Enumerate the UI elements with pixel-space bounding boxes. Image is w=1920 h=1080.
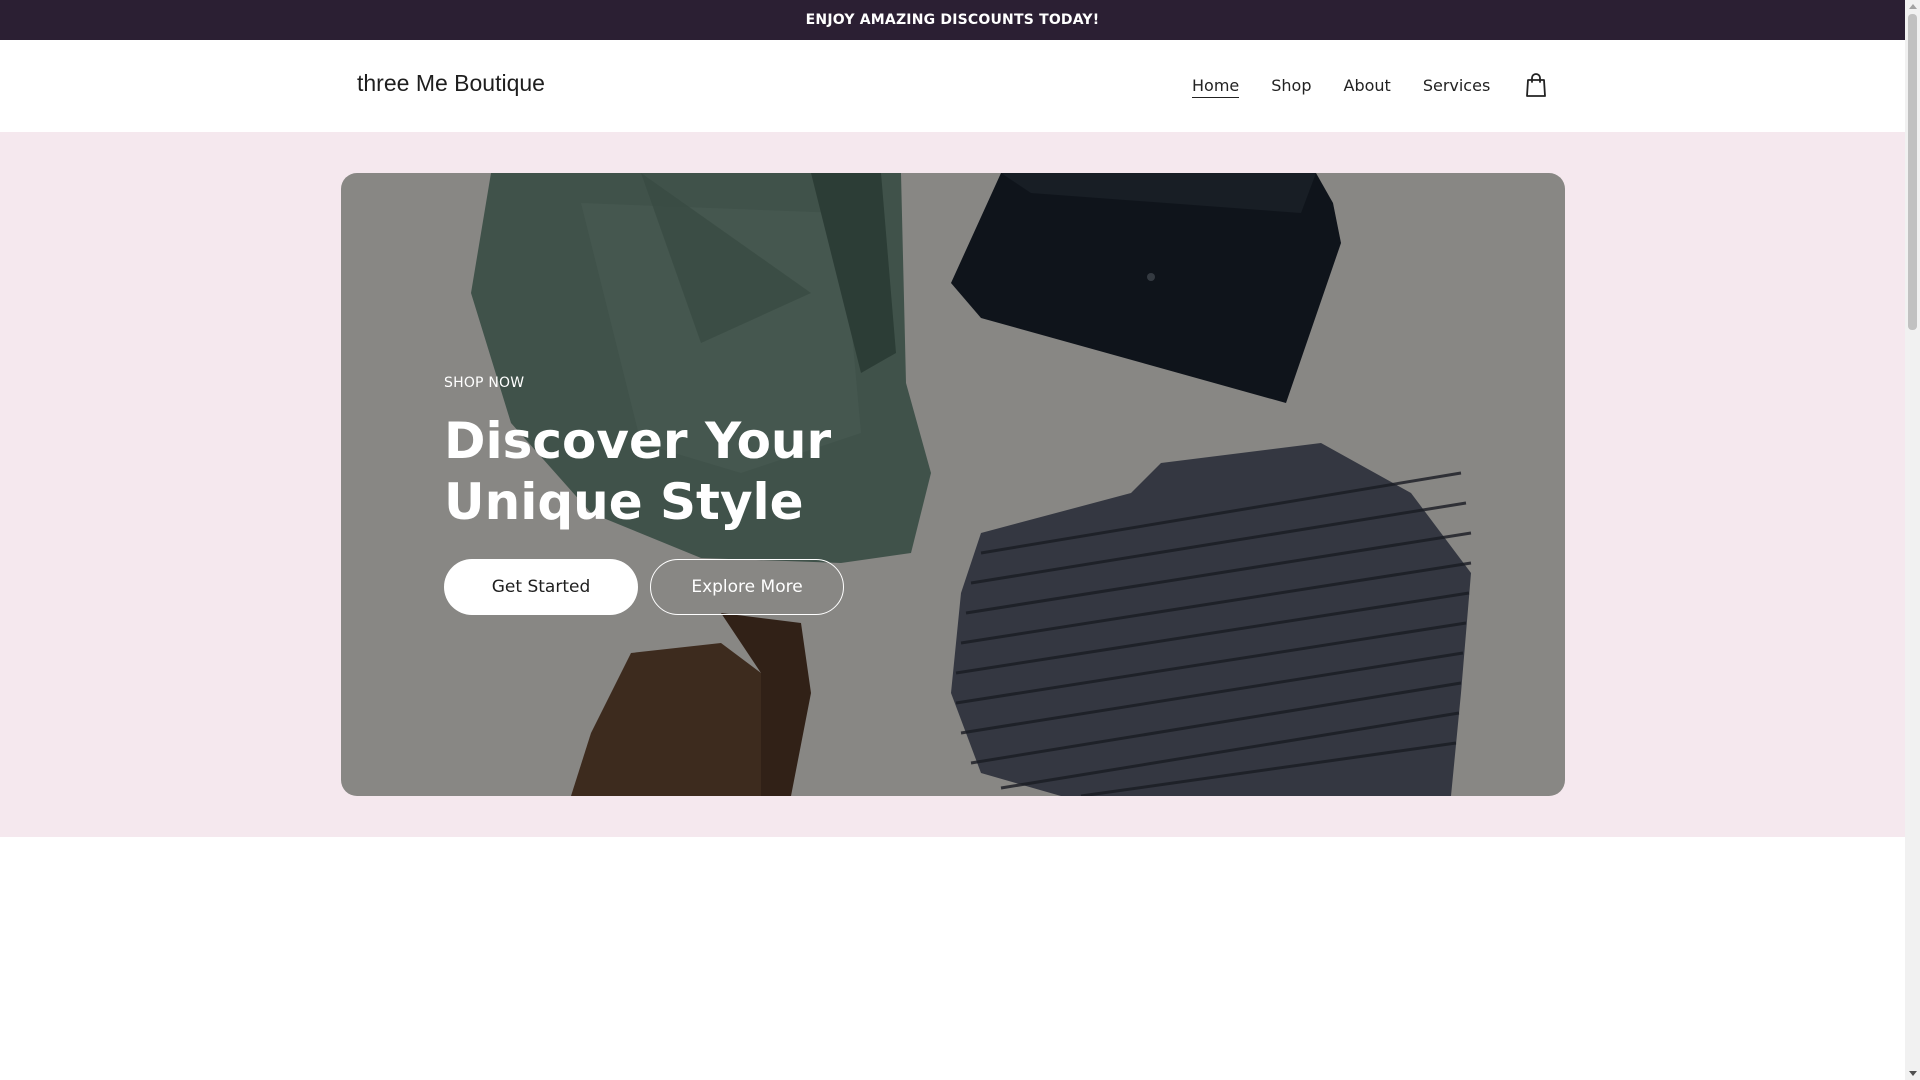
nav-link-services[interactable]: Services [1423,76,1490,98]
get-started-button[interactable]: Get Started [444,559,638,615]
nav-link-home[interactable]: Home [1192,76,1240,98]
scroll-down-arrow-icon[interactable] [1909,1071,1917,1076]
hero-eyebrow: SHOP NOW [444,375,525,391]
scrollbar-thumb[interactable] [1908,14,1917,330]
announcement-bar: ENJOY AMAZING DISCOUNTS TODAY! [0,0,1905,40]
nav-link-shop[interactable]: Shop [1271,76,1311,98]
vertical-scrollbar[interactable] [1905,0,1920,1080]
hero-content: SHOP NOW Discover Your Unique Style Get … [444,375,844,615]
announcement-text: ENJOY AMAZING DISCOUNTS TODAY! [805,12,1100,28]
hero-headline-line1: Discover Your [444,412,832,470]
hero-buttons: Get Started Explore More [444,559,844,615]
hero-headline: Discover Your Unique Style [444,411,844,533]
shopping-bag-icon[interactable] [1524,72,1548,98]
page: ENJOY AMAZING DISCOUNTS TODAY! three Me … [0,0,1905,1080]
hero-headline-line2: Unique Style [444,473,804,531]
scroll-up-arrow-icon[interactable] [1909,4,1917,9]
explore-more-button[interactable]: Explore More [650,559,844,615]
nav-link-about[interactable]: About [1344,76,1391,98]
main-nav: Home Shop About Services [1192,76,1490,98]
site-header: three Me Boutique Home Shop About Servic… [0,40,1905,132]
hero-banner: SHOP NOW Discover Your Unique Style Get … [341,173,1565,796]
site-logo-text[interactable]: three Me Boutique [357,70,545,97]
hero-section: SHOP NOW Discover Your Unique Style Get … [0,132,1905,837]
